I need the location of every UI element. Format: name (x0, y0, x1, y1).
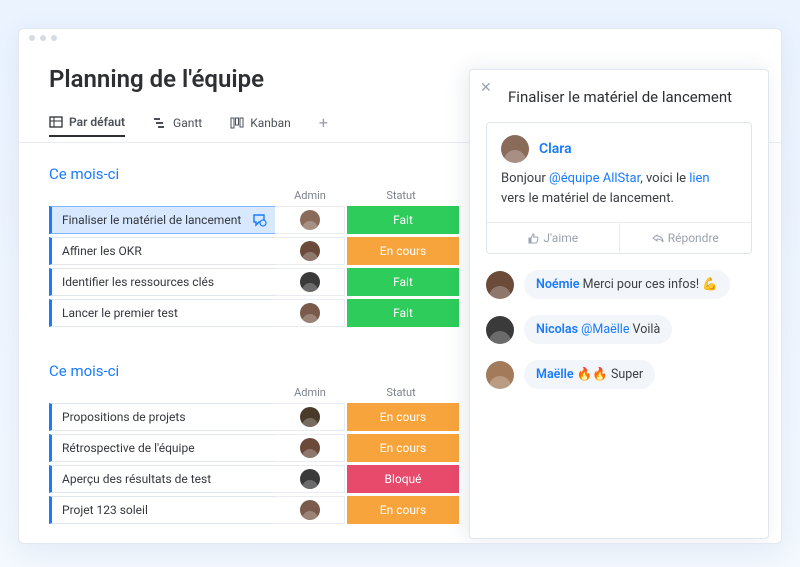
gantt-icon (153, 116, 167, 130)
status-cell[interactable]: Bloqué (347, 465, 459, 493)
traffic-light-dot (40, 35, 46, 41)
traffic-light-dot (51, 35, 57, 41)
column-header-admin: Admin (275, 386, 345, 399)
table-row[interactable]: Affiner les OKR En cours (49, 237, 479, 265)
avatar (300, 500, 320, 520)
avatar (300, 210, 320, 230)
table-row[interactable]: Projet 123 soleil En cours (49, 496, 479, 524)
table-row[interactable]: Lancer le premier test Fait (49, 299, 479, 327)
task-cell[interactable]: Propositions de projets (49, 403, 275, 431)
admin-cell[interactable] (275, 206, 345, 234)
chat-icon[interactable] (251, 212, 267, 228)
task-cell[interactable]: Identifier les ressources clés (49, 268, 275, 296)
reply-user[interactable]: Noémie (536, 277, 579, 292)
admin-cell[interactable] (275, 299, 345, 327)
admin-cell[interactable] (275, 434, 345, 462)
task-cell[interactable]: Aperçu des résultats de test (49, 465, 275, 493)
avatar (486, 316, 514, 344)
view-tab-gantt[interactable]: Gantt (153, 116, 202, 130)
admin-cell[interactable] (275, 268, 345, 296)
add-view-button[interactable]: + (319, 113, 328, 132)
reply-user[interactable]: Nicolas (536, 322, 578, 337)
reply-bubble[interactable]: Noémie Merci pour ces infos! 💪 (524, 270, 730, 299)
task-cell[interactable]: Lancer le premier test (49, 299, 275, 327)
table-row[interactable]: Rétrospective de l'équipe En cours (49, 434, 479, 462)
reply-item: Noémie Merci pour ces infos! 💪 (486, 270, 752, 299)
comment-body: Bonjour @équipe AllStar, voici le lien v… (487, 169, 751, 222)
avatar (501, 135, 529, 163)
reply-item: Nicolas @Maëlle Voilà (486, 315, 752, 344)
column-header-admin: Admin (275, 189, 345, 202)
like-button[interactable]: J'aime (487, 223, 620, 253)
window-titlebar (19, 29, 781, 47)
avatar (486, 271, 514, 299)
column-header-status: Statut (345, 386, 457, 399)
text-link[interactable]: lien (689, 171, 709, 186)
status-cell[interactable]: En cours (347, 403, 459, 431)
avatar (300, 438, 320, 458)
comment-box: Clara Bonjour @équipe AllStar, voici le … (486, 122, 752, 254)
kanban-icon (230, 116, 244, 130)
table-row[interactable]: Identifier les ressources clés Fait (49, 268, 479, 296)
admin-cell[interactable] (275, 237, 345, 265)
status-cell[interactable]: Fait (347, 268, 459, 296)
status-cell[interactable]: En cours (347, 434, 459, 462)
task-cell[interactable]: Rétrospective de l'équipe (49, 434, 275, 462)
close-icon[interactable]: ✕ (480, 80, 492, 96)
mention[interactable]: @équipe AllStar (549, 171, 640, 186)
reply-bubble[interactable]: Maëlle 🔥🔥 Super (524, 360, 655, 389)
traffic-light-dot (29, 35, 35, 41)
reply-user[interactable]: Maëlle (536, 367, 574, 382)
avatar (300, 272, 320, 292)
thumb-icon (527, 232, 539, 244)
task-cell[interactable]: Finaliser le matériel de lancement (49, 206, 275, 234)
table-row[interactable]: Propositions de projets En cours (49, 403, 479, 431)
table-row[interactable]: Aperçu des résultats de test Bloqué (49, 465, 479, 493)
reply-button[interactable]: Répondre (620, 223, 752, 253)
reply-item: Maëlle 🔥🔥 Super (486, 360, 752, 389)
avatar (486, 361, 514, 389)
task-cell[interactable]: Affiner les OKR (49, 237, 275, 265)
status-cell[interactable]: En cours (347, 496, 459, 524)
admin-cell[interactable] (275, 465, 345, 493)
admin-cell[interactable] (275, 496, 345, 524)
table-icon (49, 115, 63, 129)
avatar (300, 241, 320, 261)
commenter-name[interactable]: Clara (539, 141, 572, 157)
status-cell[interactable]: Fait (347, 299, 459, 327)
section-title[interactable]: Ce mois-ci (49, 165, 479, 183)
section-title[interactable]: Ce mois-ci (49, 362, 479, 380)
task-cell[interactable]: Projet 123 soleil (49, 496, 275, 524)
reply-bubble[interactable]: Nicolas @Maëlle Voilà (524, 315, 672, 344)
avatar (300, 469, 320, 489)
admin-cell[interactable] (275, 403, 345, 431)
status-cell[interactable]: En cours (347, 237, 459, 265)
view-tab-default[interactable]: Par défaut (49, 115, 125, 137)
column-header-status: Statut (345, 189, 457, 202)
panel-title: Finaliser le matériel de lancement (508, 88, 752, 106)
avatar (300, 407, 320, 427)
view-tab-kanban[interactable]: Kanban (230, 116, 291, 130)
reply-icon (652, 232, 664, 244)
table-row[interactable]: Finaliser le matériel de lancement Fait (49, 206, 479, 234)
status-cell[interactable]: Fait (347, 206, 459, 234)
avatar (300, 303, 320, 323)
mention[interactable]: @Maëlle (578, 322, 629, 337)
detail-panel: ✕ Finaliser le matériel de lancement Cla… (469, 69, 769, 539)
